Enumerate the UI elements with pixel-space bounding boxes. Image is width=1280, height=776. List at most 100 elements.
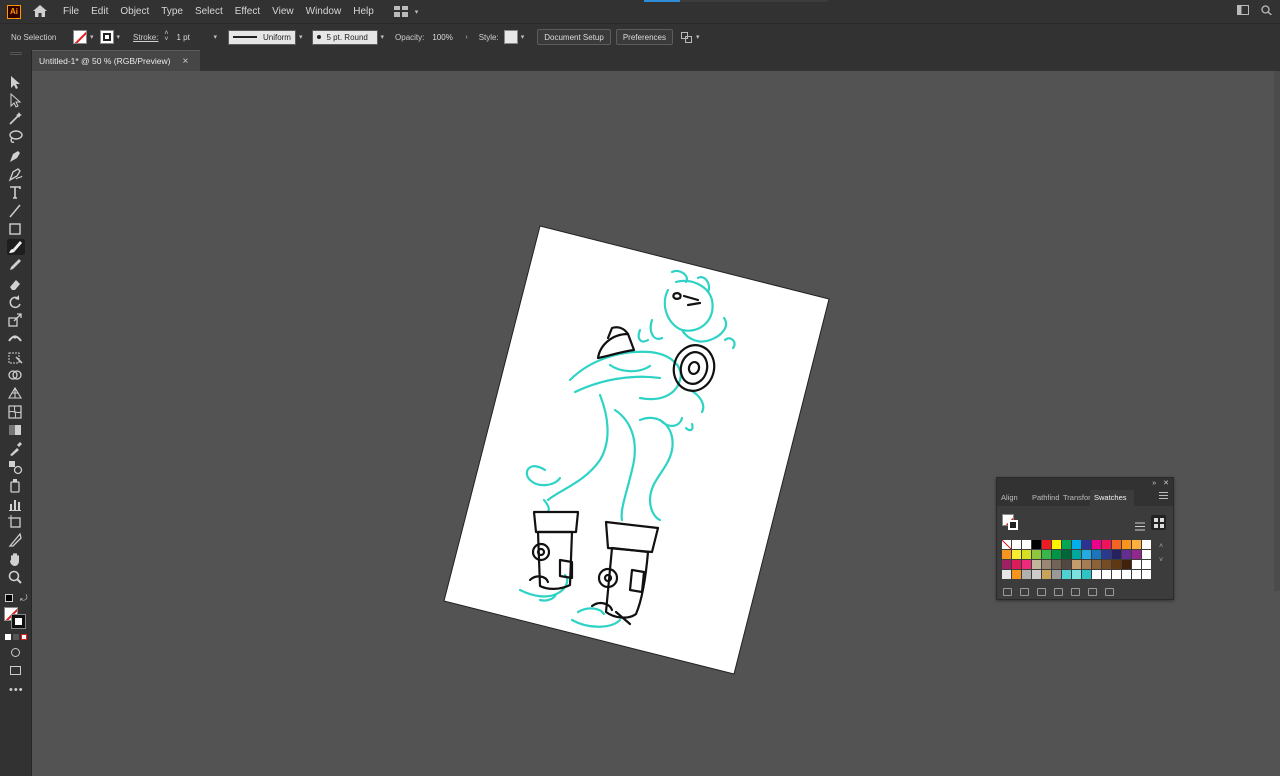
collapse-icon[interactable]: » <box>1152 480 1156 487</box>
lasso-tool-icon[interactable] <box>7 129 25 145</box>
gradient-tool-icon[interactable] <box>7 422 25 438</box>
swatch[interactable] <box>1002 550 1012 560</box>
swatch[interactable] <box>1082 550 1092 560</box>
chevron-right-icon[interactable]: › <box>465 34 467 41</box>
swatch[interactable] <box>1012 540 1022 550</box>
swatch[interactable] <box>1122 570 1132 580</box>
close-icon[interactable]: ✕ <box>1163 479 1169 487</box>
eraser-tool-icon[interactable] <box>7 276 25 292</box>
fill-none-swatch[interactable] <box>73 30 87 44</box>
swatch[interactable] <box>1042 550 1052 560</box>
close-icon[interactable]: × <box>182 56 188 67</box>
screen-mode-icon[interactable] <box>10 666 21 675</box>
menu-file[interactable]: File <box>63 0 85 23</box>
workspace-switcher[interactable]: ▾ <box>393 6 422 17</box>
symbol-sprayer-tool-icon[interactable] <box>7 477 25 493</box>
menu-select[interactable]: Select <box>189 0 229 23</box>
eyedropper-tool-icon[interactable] <box>7 441 25 457</box>
chevron-down-icon[interactable]: ▾ <box>299 33 303 41</box>
swatch[interactable] <box>1072 570 1082 580</box>
swatch[interactable] <box>1122 540 1132 550</box>
swatch[interactable] <box>1012 560 1022 570</box>
chevron-down-icon[interactable]: ▾ <box>696 33 700 41</box>
swatch[interactable] <box>1072 550 1082 560</box>
variable-width-profile[interactable]: Uniform <box>227 29 296 45</box>
chevron-down-icon[interactable]: ▾ <box>521 33 525 41</box>
new-folder-icon[interactable] <box>1071 588 1080 596</box>
swatch[interactable] <box>1032 570 1042 580</box>
stroke-stepper[interactable]: ˄ ˅ <box>164 30 168 43</box>
swap-fill-stroke-icon[interactable]: ⤾ <box>20 593 28 604</box>
swatch[interactable] <box>1012 570 1022 580</box>
stroke-swatch-tool[interactable] <box>11 614 26 629</box>
brush-definition[interactable]: 5 pt. Round <box>311 29 378 45</box>
shape-builder-tool-icon[interactable] <box>7 367 25 383</box>
swatch-libraries-icon[interactable] <box>1003 588 1012 596</box>
swatch[interactable] <box>1122 550 1132 560</box>
swatch[interactable] <box>1012 550 1022 560</box>
color-mode-icons[interactable] <box>5 634 27 640</box>
tab-pathfinder[interactable]: Pathfinder <box>1028 490 1059 506</box>
magic-wand-tool-icon[interactable] <box>7 110 25 126</box>
type-tool-icon[interactable] <box>7 184 25 200</box>
column-graph-tool-icon[interactable] <box>7 496 25 512</box>
opacity-field[interactable]: 100% <box>428 30 462 45</box>
list-view-icon[interactable] <box>1135 518 1145 536</box>
swatch[interactable] <box>1142 570 1152 580</box>
swatch[interactable] <box>1092 570 1102 580</box>
artboard-tool-icon[interactable] <box>7 514 25 530</box>
scale-tool-icon[interactable] <box>7 312 25 328</box>
swatch[interactable] <box>1102 550 1112 560</box>
swatch[interactable] <box>1032 560 1042 570</box>
arrange-icon[interactable] <box>680 31 693 43</box>
panel-menu-icon[interactable] <box>1159 492 1168 499</box>
chevron-down-icon[interactable]: ▾ <box>90 33 94 41</box>
grid-view-icon[interactable] <box>1151 515 1166 530</box>
swatch[interactable] <box>1052 540 1062 550</box>
swatch[interactable] <box>1122 560 1132 570</box>
stroke-swatch[interactable] <box>99 30 114 44</box>
canvas[interactable] <box>32 71 1280 776</box>
swatch[interactable] <box>1002 560 1012 570</box>
swatch[interactable] <box>1062 570 1072 580</box>
chevron-down-icon[interactable]: ▾ <box>117 33 121 41</box>
rotate-tool-icon[interactable] <box>7 294 25 310</box>
preferences-button[interactable]: Preferences <box>615 29 673 45</box>
swatch[interactable] <box>1142 540 1152 550</box>
delete-icon[interactable] <box>1105 588 1114 596</box>
swatch-none[interactable] <box>1002 540 1012 550</box>
swatch[interactable] <box>1092 540 1102 550</box>
menu-view[interactable]: View <box>266 0 300 23</box>
swatch[interactable] <box>1072 540 1082 550</box>
swatch-options-icon[interactable] <box>1037 588 1046 596</box>
swatch[interactable] <box>1132 550 1142 560</box>
menu-window[interactable]: Window <box>300 0 348 23</box>
more-tools-icon[interactable]: ••• <box>9 684 24 696</box>
free-transform-tool-icon[interactable] <box>7 349 25 365</box>
swatch[interactable] <box>1052 560 1062 570</box>
stroke-label[interactable]: Stroke: <box>133 33 158 42</box>
swatch[interactable] <box>1022 540 1032 550</box>
swatch[interactable] <box>1112 560 1122 570</box>
swatch[interactable] <box>1142 550 1152 560</box>
chevron-down-icon[interactable]: ▾ <box>213 33 217 41</box>
swatch[interactable] <box>1042 560 1052 570</box>
document-tab[interactable]: Untitled-1* @ 50 % (RGB/Preview) × <box>32 50 200 71</box>
opacity-label[interactable]: Opacity: <box>395 33 424 42</box>
paintbrush-tool-icon[interactable] <box>7 239 25 255</box>
swatch[interactable] <box>1062 560 1072 570</box>
color-group-icon[interactable] <box>1020 588 1029 596</box>
swatch[interactable] <box>1132 570 1142 580</box>
perspective-grid-tool-icon[interactable] <box>7 385 25 401</box>
home-icon[interactable] <box>32 4 50 20</box>
zoom-tool-icon[interactable] <box>7 569 25 585</box>
swatch[interactable] <box>1042 540 1052 550</box>
swatch[interactable] <box>1082 560 1092 570</box>
swatch[interactable] <box>1092 560 1102 570</box>
swatch[interactable] <box>1022 560 1032 570</box>
tab-swatches[interactable]: Swatches <box>1090 490 1134 506</box>
default-fill-stroke-icon[interactable] <box>5 594 13 602</box>
menu-help[interactable]: Help <box>347 0 380 23</box>
swatch[interactable] <box>1132 540 1142 550</box>
swatch[interactable] <box>1102 560 1112 570</box>
